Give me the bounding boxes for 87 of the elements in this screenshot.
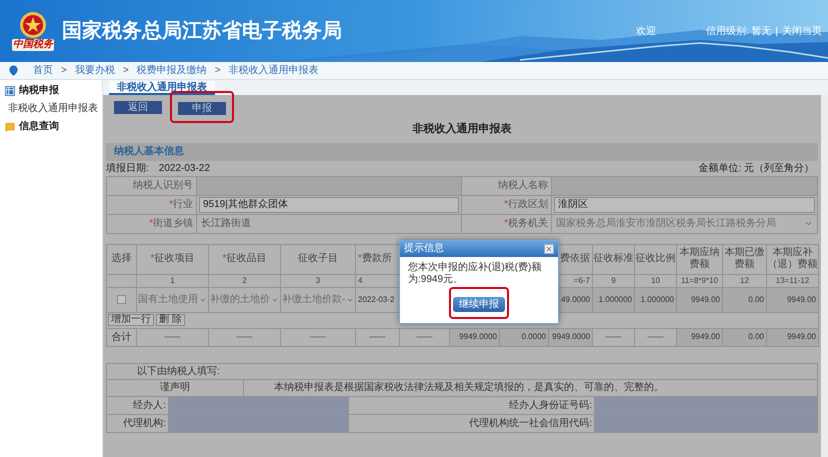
emblem-icon [19, 11, 47, 39]
breadcrumb-separator: > [214, 64, 221, 78]
field-label: *行业 [106, 195, 196, 214]
field-label: 纳税人识别号 [106, 176, 196, 195]
continue-button[interactable]: 继续申报 [453, 296, 505, 312]
sidebar-item[interactable]: 信息查询 [19, 119, 59, 134]
tab[interactable]: 非税收入通用申报表 [109, 81, 215, 95]
table-cell: 9949.00 [766, 287, 818, 312]
table-cell: 9949.00 [676, 287, 722, 312]
toolbar-button[interactable]: 返回 [114, 100, 162, 114]
breadcrumb-separator: > [61, 64, 67, 78]
row-action-button[interactable]: 增加一行 [108, 314, 154, 326]
signer-field[interactable] [595, 414, 817, 432]
column-header: 本期已缴费额 [722, 244, 766, 274]
total-cell: —— [592, 328, 634, 346]
column-index: 12 [722, 274, 766, 287]
credit-level: 信用级别: 暂无 [706, 24, 772, 38]
total-cell: 0.0000 [500, 328, 548, 346]
fill-date-value: 2022-03-22 [158, 162, 210, 176]
input-field[interactable]: 9519|其他群众团体 [199, 196, 459, 212]
column-header: 选择 [106, 244, 136, 274]
column-index: 3 [280, 274, 356, 287]
sidebar-item[interactable]: 纳税申报 [19, 83, 59, 98]
dropdown[interactable]: 国家税务总局淮安市淮阴区税务局长江路税务分局 [553, 215, 816, 232]
total-cell: —— [208, 328, 280, 346]
column-header: 征收子目 [280, 244, 356, 274]
sidebar-subitem[interactable]: 非税收入通用申报表 [0, 101, 102, 116]
section-title: 纳税人基本信息 [114, 144, 184, 159]
total-cell: —— [136, 328, 208, 346]
declaration-text: 本纳税申报表是根据国家税收法律法规及相关规定填报的，是真实的、可靠的、完整的。 [243, 378, 817, 396]
field-value: 长江路街道 [196, 214, 462, 233]
amount-unit: 金额单位: 元（列至角分） [698, 162, 814, 176]
column-index: 1 [136, 274, 208, 287]
column-header: *征收项目 [136, 244, 208, 274]
total-cell: 9949.00 [676, 328, 722, 346]
row-action-button[interactable]: 删 除 [156, 314, 185, 326]
chat-icon [5, 122, 15, 132]
close-button[interactable] [544, 244, 554, 254]
column-header: 征收比例 [634, 244, 676, 274]
total-cell: 合计 [106, 328, 136, 346]
total-cell: 9949.0000 [450, 328, 500, 346]
breadcrumb-link[interactable]: 非税收入通用申报表 [228, 63, 319, 78]
total-cell: 9949.00 [766, 328, 818, 346]
total-cell: 0.00 [722, 328, 766, 346]
signer-field[interactable] [595, 396, 817, 414]
column-header: 征收标准 [592, 244, 634, 274]
input-field[interactable]: 淮阴区 [554, 196, 815, 212]
location-pin-icon [8, 65, 19, 76]
declaration-label: 谨声明 [107, 378, 243, 396]
field-label: *街道乡镇 [106, 214, 196, 233]
total-cell: —— [356, 328, 400, 346]
column-header: 本期应纳费额 [676, 244, 722, 274]
total-cell: 9949.0000 [548, 328, 592, 346]
breadcrumb-link[interactable]: 首页 [33, 63, 53, 78]
column-index: 9 [592, 274, 634, 287]
breadcrumb-link[interactable]: 税费申报及缴纳 [136, 63, 207, 78]
dialog-message: 您本次申报的应补(退)税(费)额为:9949元。 [407, 260, 542, 286]
field-label: *税务机关 [462, 214, 552, 233]
table-cell: 1.000000 [634, 287, 676, 312]
table-icon [5, 86, 15, 96]
signer-field[interactable] [169, 396, 349, 414]
toolbar-button[interactable]: 申报 [178, 102, 226, 115]
form-title: 非税收入通用申报表 [412, 122, 512, 137]
breadcrumb-link[interactable]: 我要办税 [74, 63, 115, 78]
table-cell: 0.00 [722, 287, 766, 312]
column-index: 11=8*9*10 [676, 274, 722, 287]
column-header: 本期应补（退）费额 [766, 244, 818, 274]
close-icon [545, 244, 553, 252]
field-label: 纳税人名称 [462, 176, 552, 195]
column-index: 2 [208, 274, 280, 287]
site-title: 国家税务总局江苏省电子税务局 [62, 18, 342, 44]
breadcrumb-separator: > [122, 64, 129, 78]
table-cell: 1.000000 [592, 287, 634, 312]
fill-date-label: 填报日期: [106, 162, 149, 176]
column-index: 13=11-12 [766, 274, 818, 287]
logo-text: 中国税务 [12, 39, 54, 51]
chevron-down-icon [804, 219, 813, 228]
dialog-title: 提示信息 [404, 242, 444, 256]
column-index: 10 [634, 274, 676, 287]
checkbox[interactable] [117, 294, 126, 304]
signer-field[interactable] [169, 414, 349, 432]
divider-text: | [775, 24, 778, 38]
total-cell: —— [280, 328, 356, 346]
declaration-intro: 以下由纳税人填写: [137, 364, 220, 378]
field-label: *行政区划 [462, 195, 552, 214]
welcome-text: 欢迎 [636, 24, 656, 38]
column-header: *征收品目 [208, 244, 280, 274]
